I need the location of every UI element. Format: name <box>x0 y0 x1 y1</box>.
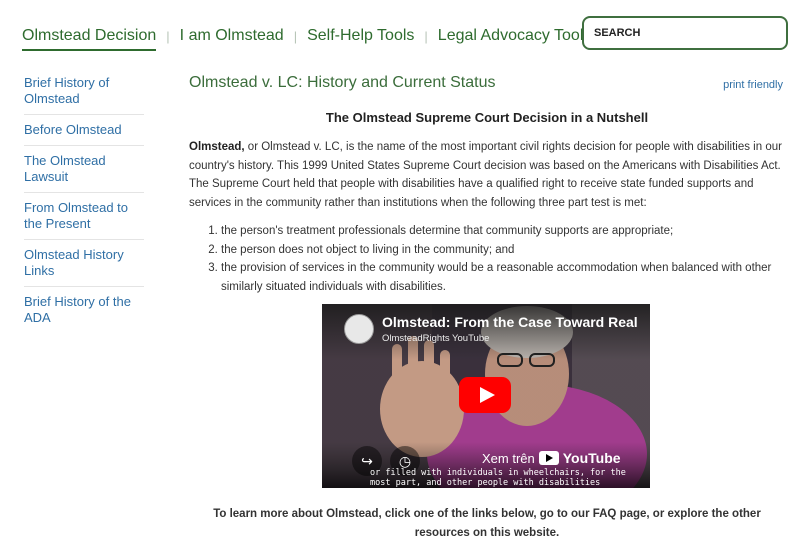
video-caption: or filled with individuals in wheelchair… <box>370 468 626 488</box>
intro-text: or Olmstead v. LC, is the name of the mo… <box>189 141 782 209</box>
search-input[interactable] <box>584 18 786 48</box>
sidebar-item-before-olmstead[interactable]: Before Olmstead <box>24 115 144 146</box>
sidebar-item-brief-history-ada[interactable]: Brief History of the ADA <box>24 287 144 333</box>
sidebar-item-olmstead-history-links[interactable]: Olmstead History Links <box>24 240 144 287</box>
intro-bold-term: Olmstead, <box>189 141 245 153</box>
nav-legal-advocacy-tools[interactable]: Legal Advocacy Tools <box>438 27 592 45</box>
watch-on-youtube-link[interactable]: Xem trên YouTube <box>482 450 621 466</box>
nav-i-am-olmstead[interactable]: I am Olmstead <box>180 27 284 45</box>
criteria-list: the person's treatment professionals det… <box>207 222 785 296</box>
sidebar-item-olmstead-to-present[interactable]: From Olmstead to the Present <box>24 193 144 240</box>
channel-avatar[interactable] <box>344 314 374 344</box>
top-nav: Olmstead Decision | I am Olmstead | Self… <box>22 24 592 51</box>
video-channel: OlmsteadRights YouTube <box>382 333 490 344</box>
youtube-wordmark: YouTube <box>562 450 621 466</box>
nav-separator: | <box>293 28 298 44</box>
video-embed[interactable]: Olmstead: From the Case Toward Real Olms… <box>322 304 650 488</box>
sidebar-item-brief-history-olmstead[interactable]: Brief History of Olmstead <box>24 68 144 115</box>
page-title: Olmstead v. LC: History and Current Stat… <box>189 74 496 91</box>
nav-separator: | <box>424 28 428 44</box>
sidebar: Brief History of Olmstead Before Olmstea… <box>24 68 144 333</box>
print-friendly-link[interactable]: print friendly <box>723 79 783 91</box>
video-title[interactable]: Olmstead: From the Case Toward Real <box>382 314 638 330</box>
intro-paragraph: Olmstead, or Olmstead v. LC, is the name… <box>189 138 785 212</box>
learn-more-text: To learn more about Olmstead, click one … <box>213 508 761 539</box>
youtube-logo-icon <box>538 451 559 465</box>
criteria-item: the person does not object to living in … <box>221 241 785 260</box>
main-content: Olmstead v. LC: History and Current Stat… <box>189 74 785 293</box>
nav-separator: | <box>166 28 170 44</box>
nav-self-help-tools[interactable]: Self-Help Tools <box>307 27 414 45</box>
criteria-item: the person's treatment professionals det… <box>221 222 785 241</box>
sidebar-item-olmstead-lawsuit[interactable]: The Olmstead Lawsuit <box>24 146 144 193</box>
watch-on-label: Xem trên <box>482 450 535 466</box>
section-title: The Olmstead Supreme Court Decision in a… <box>325 110 649 125</box>
search-box <box>582 16 788 50</box>
nav-olmstead-decision[interactable]: Olmstead Decision <box>22 27 157 51</box>
criteria-item: the provision of services in the communi… <box>221 259 785 296</box>
play-button-icon[interactable] <box>459 377 511 413</box>
